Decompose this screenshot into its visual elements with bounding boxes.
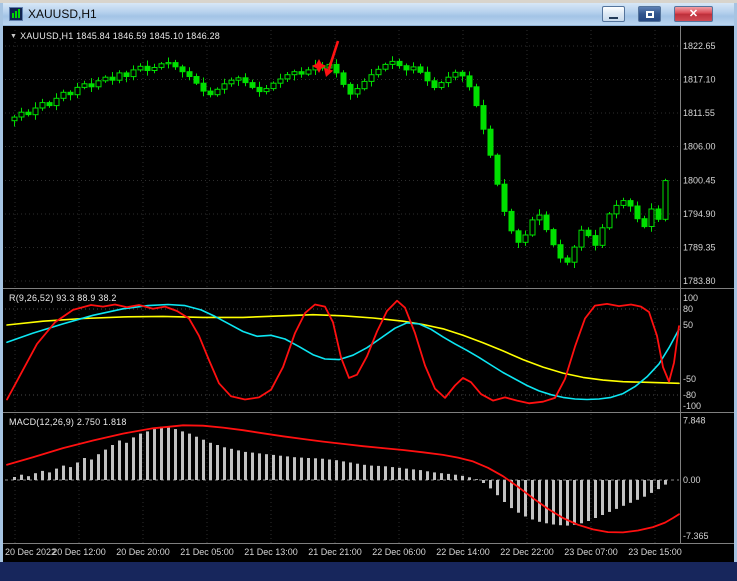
macd-axis-label: 7.848: [683, 415, 706, 425]
ohlc-header: ▼ XAUUSD,H1 1845.84 1846.59 1845.10 1846.…: [10, 31, 220, 41]
time-axis-label: 22 Dec 14:00: [436, 547, 490, 557]
time-axis-label: 22 Dec 22:00: [500, 547, 554, 557]
chart-window-icon: [9, 7, 23, 21]
minimize-icon: [609, 16, 618, 19]
window-titlebar[interactable]: XAUUSD,H1 ✕: [3, 3, 734, 26]
time-axis-label: 20 Dec 2022: [5, 547, 56, 557]
close-icon: ✕: [688, 7, 699, 20]
price-axis-label: 1789.35: [683, 242, 716, 252]
oscillator-label: R(9,26,52) 93.3 88.9 38.2: [9, 293, 117, 303]
window-controls: ✕: [602, 6, 728, 22]
ohlc-text: XAUUSD,H1 1845.84 1846.59 1845.10 1846.2…: [20, 31, 220, 41]
time-axis-label: 21 Dec 13:00: [244, 547, 298, 557]
window-title: XAUUSD,H1: [28, 7, 97, 21]
time-axis-label: 22 Dec 06:00: [372, 547, 426, 557]
close-button[interactable]: ✕: [674, 6, 713, 22]
macd-axis-label: -7.365: [683, 531, 709, 541]
price-axis-label: 1783.80: [683, 276, 716, 286]
symbol-marker-icon: ▼: [10, 33, 18, 40]
price-axis-label: 1800.45: [683, 175, 716, 185]
time-axis-label: 21 Dec 21:00: [308, 547, 362, 557]
chart-client-area: 1822.65 1817.10 1811.55 1806.00 1800.45 1794.…: [3, 26, 734, 562]
price-axis-label: 1806.00: [683, 142, 716, 152]
time-axis-label: 21 Dec 05:00: [180, 547, 234, 557]
time-axis-label: 23 Dec 07:00: [564, 547, 618, 557]
restore-button[interactable]: [638, 6, 661, 22]
window-bottom-border: [0, 562, 737, 581]
macd-label: MACD(12,26,9) 2.750 1.818: [9, 417, 127, 427]
minimize-button[interactable]: [602, 6, 625, 22]
time-axis-label: 23 Dec 15:00: [628, 547, 682, 557]
time-axis-label: 20 Dec 20:00: [116, 547, 170, 557]
price-axis-label: 1822.65: [683, 41, 716, 51]
price-axis-label: 1811.55: [683, 108, 715, 118]
restore-icon: [645, 10, 654, 18]
macd-axis-label: 0.00: [683, 475, 701, 485]
price-axis-label: 1817.10: [683, 75, 716, 85]
price-axis-label: 1794.90: [683, 209, 716, 219]
oscillator-axis-label: -80: [683, 390, 696, 400]
oscillator-axis-label: 80: [683, 304, 693, 314]
oscillator-axis-label: -50: [683, 374, 696, 384]
oscillator-axis-label: -100: [683, 401, 701, 411]
oscillator-axis-label: 50: [683, 320, 693, 330]
oscillator-axis-label: 100: [683, 293, 698, 303]
mt4-chart-window: XAUUSD,H1 ✕ 1822.65 1817.10 1811.55 1806.00…: [0, 0, 737, 581]
time-axis-label: 20 Dec 12:00: [52, 547, 106, 557]
